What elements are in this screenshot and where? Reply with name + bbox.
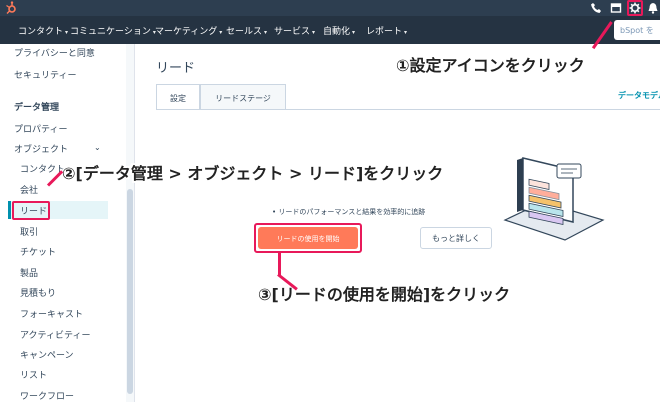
leads-illustration (503, 157, 605, 241)
sidebar-item-properties[interactable]: プロパティー (14, 122, 67, 135)
sidebar-item-security[interactable]: セキュリティー (14, 68, 76, 81)
learn-more-button[interactable]: もっと詳しく (420, 227, 492, 249)
tab-settings[interactable]: 設定 (156, 84, 200, 110)
annotation-arrow-line (278, 253, 281, 275)
sidebar-scrollbar-thumb[interactable] (127, 189, 133, 394)
sidebar-item-forecast[interactable]: フォーキャスト (20, 307, 83, 320)
hubspot-logo-icon[interactable] (4, 1, 18, 15)
nav-item-label: コンタクト (18, 27, 64, 37)
sidebar-item-companies[interactable]: 会社 (20, 183, 38, 196)
sidebar-item-privacy[interactable]: プライバシーと同意 (14, 46, 95, 59)
sidebar-section-data-management: データ管理 (14, 103, 60, 113)
nav-item-service[interactable]: サービス ▾ (274, 24, 315, 37)
sidebar-item-workflows[interactable]: ワークフロー (20, 389, 74, 402)
tab-divider (156, 109, 660, 110)
page-title: リード (156, 61, 196, 76)
nav-item-contacts[interactable]: コンタクト ▾ (18, 24, 68, 37)
chevron-down-icon: ▾ (352, 29, 356, 36)
nav-item-label: サービス (274, 27, 311, 37)
sidebar-item-tickets[interactable]: チケット (20, 245, 56, 258)
nav-item-label: コミュニケーション (70, 27, 151, 37)
marketplace-icon[interactable] (610, 2, 622, 14)
nav-item-label: マーケティング (155, 27, 218, 37)
feature-bullet: • リードのパフォーマンスと結果を効率的に追跡 (272, 208, 426, 216)
sidebar-item-deals[interactable]: 取引 (20, 225, 38, 238)
start-using-leads-button[interactable]: リードの使用を開始 (258, 227, 358, 249)
nav-item-label: レポート (366, 27, 403, 37)
sidebar-item-activities[interactable]: アクティビティー (20, 328, 90, 341)
chevron-down-icon: ▾ (264, 29, 268, 36)
top-utility-bar (0, 0, 660, 16)
gear-icon[interactable] (629, 2, 641, 14)
chevron-down-icon: ▾ (219, 29, 223, 36)
nav-item-automation[interactable]: 自動化 ▾ (323, 24, 355, 37)
chevron-down-icon: ▾ (404, 29, 408, 36)
sidebar-item-quotes[interactable]: 見積もり (20, 286, 56, 299)
nav-item-sales[interactable]: セールス ▾ (226, 24, 267, 37)
phone-icon[interactable] (590, 2, 602, 14)
sidebar-item-objects[interactable]: オブジェクト (14, 142, 68, 155)
sidebar-item-lists[interactable]: リスト (20, 368, 47, 381)
nav-item-reports[interactable]: レポート ▾ (366, 24, 407, 37)
data-model-link[interactable]: データモデル (618, 90, 660, 101)
main-navigation: コンタクト ▾ コミュニケーション ▾ マーケティング ▾ セールス ▾ サービス ▾ 自… (0, 16, 660, 44)
nav-item-label: セールス (226, 27, 263, 37)
tab-lead-stages[interactable]: リードステージ (200, 84, 286, 110)
chevron-down-icon: ▾ (65, 29, 69, 36)
chevron-down-icon: ▾ (312, 29, 316, 36)
chevron-down-icon[interactable]: ⌄ (94, 143, 101, 152)
settings-sidebar: プライバシーと同意 セキュリティー データ管理 プロパティー オブジェクト ⌄ … (0, 44, 135, 402)
bell-icon[interactable] (647, 2, 659, 14)
sidebar-item-products[interactable]: 製品 (20, 266, 38, 279)
nav-item-communication[interactable]: コミュニケーション ▾ (70, 24, 156, 37)
annotation-step1: ①設定アイコンをクリック (396, 56, 585, 75)
nav-item-label: 自動化 (323, 27, 351, 37)
nav-item-marketing[interactable]: マーケティング ▾ (155, 24, 222, 37)
feature-bullet-text: リードのパフォーマンスと結果を効率的に追跡 (278, 208, 426, 216)
search-input[interactable]: bSpot を (614, 20, 660, 40)
leads-highlight-box (12, 201, 50, 220)
sidebar-item-campaigns[interactable]: キャンペーン (20, 348, 74, 361)
annotation-step3: ③[リードの使用を開始]をクリック (258, 285, 511, 304)
annotation-step2: ②[データ管理 > オブジェクト > リード]をクリック (62, 164, 444, 183)
